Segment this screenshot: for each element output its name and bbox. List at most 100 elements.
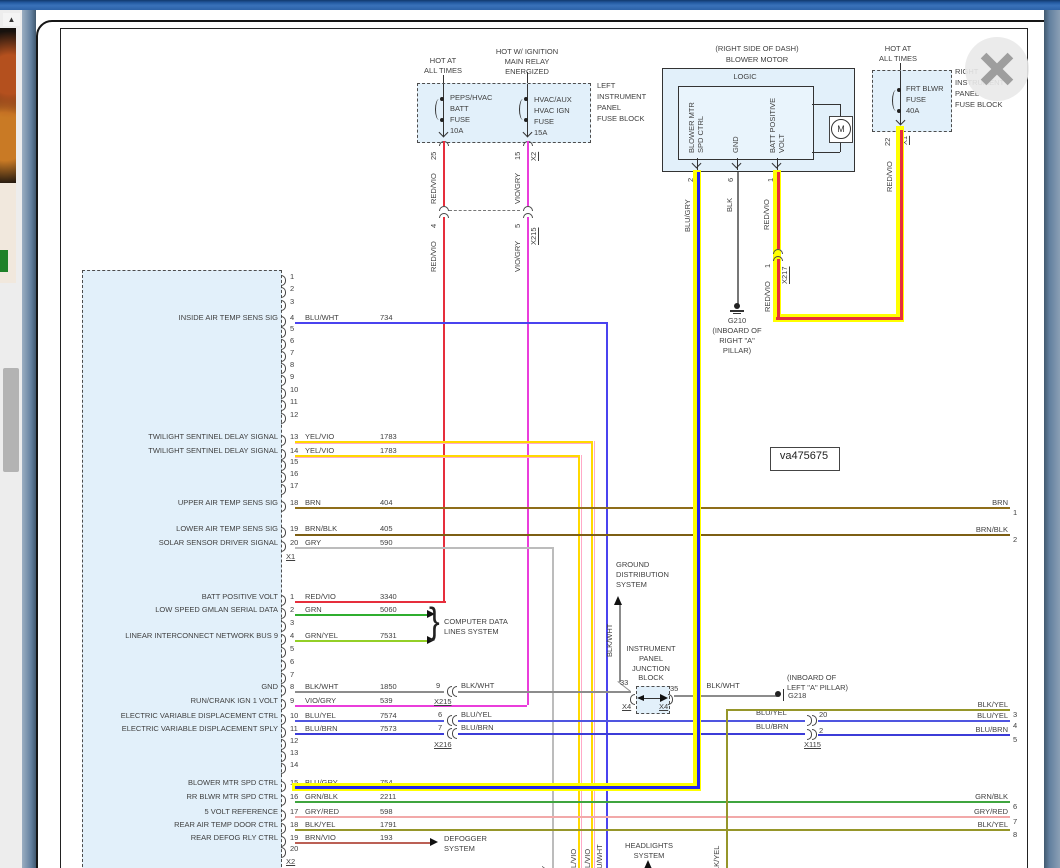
left-fuse-block-label: FUSE BLOCK [597,114,645,124]
connector-pin-hook [281,727,286,738]
wire-segment [458,733,805,735]
hot-at-all-times-label: ALL TIMES [868,54,928,64]
wire-color-label: GRN/BLK [938,792,1008,802]
pin-number: 5 [290,644,294,654]
wire-color-label: YEL/VIO [584,838,592,868]
pin-number: 10 [290,385,298,395]
wire-gauge: 405 [380,524,393,534]
window-edge-right [1044,10,1060,868]
wire-segment [527,72,528,83]
defogger-system-label: SYSTEM [444,844,475,854]
wire-color-label: YEL/VIO [570,838,578,868]
sidebar-thumbnail-image[interactable] [0,28,16,183]
pin-number: 14 [290,760,298,770]
wire-color-label: BRN/BLK [305,524,337,534]
wire-color-label: RED/VIO [430,164,438,204]
scroll-up-button[interactable]: ▲ [3,13,20,26]
pin-number: 6 [290,657,294,667]
scrollbar-thumb[interactable] [3,368,19,472]
wire-segment [900,63,901,70]
wire-segment [737,172,739,304]
connector-pin-hook [281,316,286,327]
wire-segment [726,709,728,868]
pin-number: 5 [290,324,294,334]
wire-segment [295,801,1010,803]
fuse-icon [892,90,900,111]
circuit-label: TWILIGHT SENTINEL DELAY SIGNAL [86,432,278,442]
connector-hook-icon [452,715,457,726]
arrow-icon [430,838,438,846]
close-button[interactable] [965,37,1029,101]
window-edge-left [22,10,36,868]
connector-pin-hook [281,435,286,446]
arrow-icon [644,860,652,868]
pin-number: 8 [1013,830,1017,840]
circuit-label: TWILIGHT SENTINEL DELAY SIGNAL [86,446,278,456]
wire-segment [527,141,529,206]
wire-color-label: BLU/YEL [938,711,1008,721]
wire-color-label: BLK/YEL [938,700,1008,710]
pin-number: 4 [290,313,294,323]
pin-number: 25 [430,146,438,160]
pin-number: 3 [290,297,294,307]
pin-number: 15 [514,146,522,160]
circuit-label: UPPER AIR TEMP SENS SIG [86,498,278,508]
peps-hvac-fuse-label: FUSE [450,115,470,125]
sidebar-thumbnail-highlight [0,250,8,272]
hvac-ign-fuse-label: HVAC IGN [534,106,570,116]
pin-number: 12 [290,736,298,746]
wire-segment [295,691,444,693]
wire-segment [777,172,780,249]
connector-pin-hook [281,351,286,362]
connector-pin-hook [281,751,286,762]
frt-blwr-fuse-label: 40A [906,106,919,116]
ground-id: G218 [788,691,806,701]
connector-pin-hook [281,763,286,774]
connector-hook-icon [668,694,673,705]
inline-connector-icon [773,256,783,261]
wire-segment [295,457,578,458]
browser-top-bar [0,0,1060,10]
computer-data-lines-label: COMPUTER DATA [444,617,508,627]
pin-number: 9 [436,681,440,691]
connector-pin-hook [281,634,286,645]
wire-color-label: BLK [726,190,734,212]
circuit-label: BLOWER MTR SPD CTRL [86,778,278,788]
wire-segment [295,733,444,735]
frt-blwr-fuse-label: FRT BLWR [906,84,944,94]
pin-number: 5 [514,218,522,228]
wire-segment [295,842,430,844]
pin-number: 6 [727,172,735,182]
connector-pin-hook [281,363,286,374]
fuse-icon [519,99,527,120]
pin-number: 4 [1013,721,1017,731]
pin-number: 2 [290,284,294,294]
connector-id: X2 [530,145,538,161]
connector-pin-hook [281,287,286,298]
pin-number: 6 [290,336,294,346]
wire-color-label: BLU/YEL [461,710,492,720]
connector-pin-hook [281,608,286,619]
circuit-label: BATT POSITIVE VOLT [86,592,278,602]
inline-connector-icon [773,249,783,254]
wire-color-label: RED/VIO [763,188,771,230]
connector-hook-icon [452,728,457,739]
circuit-label: GND [86,682,278,692]
wire-segment [777,259,780,318]
blower-pin-label: BATT POSITIVE [769,90,777,153]
wire-segment [458,691,631,693]
wire-segment [295,786,700,789]
wire-segment [642,698,662,699]
hvac-ign-fuse-label: HVAC/AUX [534,95,572,105]
pin-number: 20 [290,844,298,854]
wire-segment [295,829,1010,831]
circuit-label: ELECTRIC VARIABLE DISPLACEMENT CTRL [86,711,278,721]
pin-number: 8 [290,360,294,370]
connector-pin-hook [281,413,286,424]
pin-number: 4 [290,631,294,641]
ground-location: RIGHT "A" [700,336,774,346]
connector-pin-hook [281,810,286,821]
pin-number: 1 [764,258,772,268]
wire-segment [295,534,1010,536]
inline-connector-icon [439,206,449,211]
